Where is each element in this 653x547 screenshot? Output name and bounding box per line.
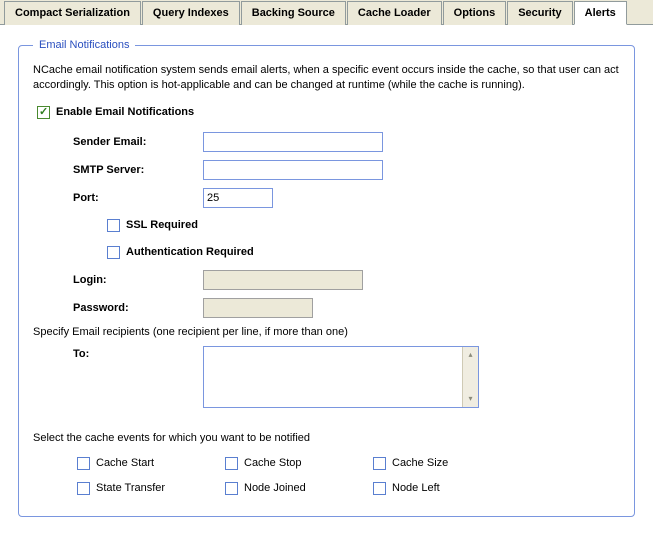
tab-cache-loader[interactable]: Cache Loader <box>347 1 442 25</box>
to-label: To: <box>33 346 203 360</box>
port-input[interactable] <box>203 188 273 208</box>
scrollbar[interactable]: ▴ ▾ <box>462 347 478 407</box>
state-transfer-label: State Transfer <box>96 482 165 494</box>
port-label: Port: <box>33 192 203 204</box>
ssl-required-checkbox[interactable] <box>107 219 120 232</box>
recipients-hint: Specify Email recipients (one recipient … <box>33 326 620 338</box>
node-left-checkbox[interactable] <box>373 482 386 495</box>
cache-size-checkbox[interactable] <box>373 457 386 470</box>
password-input <box>203 298 313 318</box>
fieldset-legend: Email Notifications <box>33 39 135 51</box>
tab-query-indexes[interactable]: Query Indexes <box>142 1 240 25</box>
scroll-down-icon[interactable]: ▾ <box>463 391 478 407</box>
alerts-panel: Email Notifications NCache email notific… <box>0 25 653 547</box>
sender-email-input[interactable] <box>203 132 383 152</box>
password-label: Password: <box>33 302 203 314</box>
cache-stop-label: Cache Stop <box>244 457 301 469</box>
tab-security[interactable]: Security <box>507 1 572 25</box>
events-grid: Cache Start Cache Stop Cache Size State … <box>33 454 620 498</box>
node-left-label: Node Left <box>392 482 440 494</box>
scroll-up-icon[interactable]: ▴ <box>463 347 478 363</box>
auth-required-checkbox[interactable] <box>107 246 120 259</box>
recipients-textarea-wrap: ▴ ▾ <box>203 346 479 408</box>
tab-bar: Compact Serialization Query Indexes Back… <box>0 0 653 25</box>
ssl-required-label: SSL Required <box>126 219 198 231</box>
node-joined-label: Node Joined <box>244 482 306 494</box>
tab-alerts[interactable]: Alerts <box>574 1 627 25</box>
node-joined-checkbox[interactable] <box>225 482 238 495</box>
enable-email-checkbox[interactable] <box>37 106 50 119</box>
tab-options[interactable]: Options <box>443 1 507 25</box>
login-input <box>203 270 363 290</box>
smtp-server-label: SMTP Server: <box>33 164 203 176</box>
recipients-textarea[interactable] <box>204 347 462 407</box>
cache-stop-checkbox[interactable] <box>225 457 238 470</box>
state-transfer-checkbox[interactable] <box>77 482 90 495</box>
description-text: NCache email notification system sends e… <box>33 63 620 93</box>
tab-backing-source[interactable]: Backing Source <box>241 1 346 25</box>
cache-start-checkbox[interactable] <box>77 457 90 470</box>
events-hint: Select the cache events for which you wa… <box>33 432 620 444</box>
tab-compact-serialization[interactable]: Compact Serialization <box>4 1 141 25</box>
auth-required-label: Authentication Required <box>126 246 254 258</box>
cache-start-label: Cache Start <box>96 457 154 469</box>
email-notifications-fieldset: Email Notifications NCache email notific… <box>18 39 635 517</box>
cache-size-label: Cache Size <box>392 457 448 469</box>
login-label: Login: <box>33 274 203 286</box>
smtp-server-input[interactable] <box>203 160 383 180</box>
enable-email-label: Enable Email Notifications <box>56 106 194 118</box>
sender-email-label: Sender Email: <box>33 136 203 148</box>
